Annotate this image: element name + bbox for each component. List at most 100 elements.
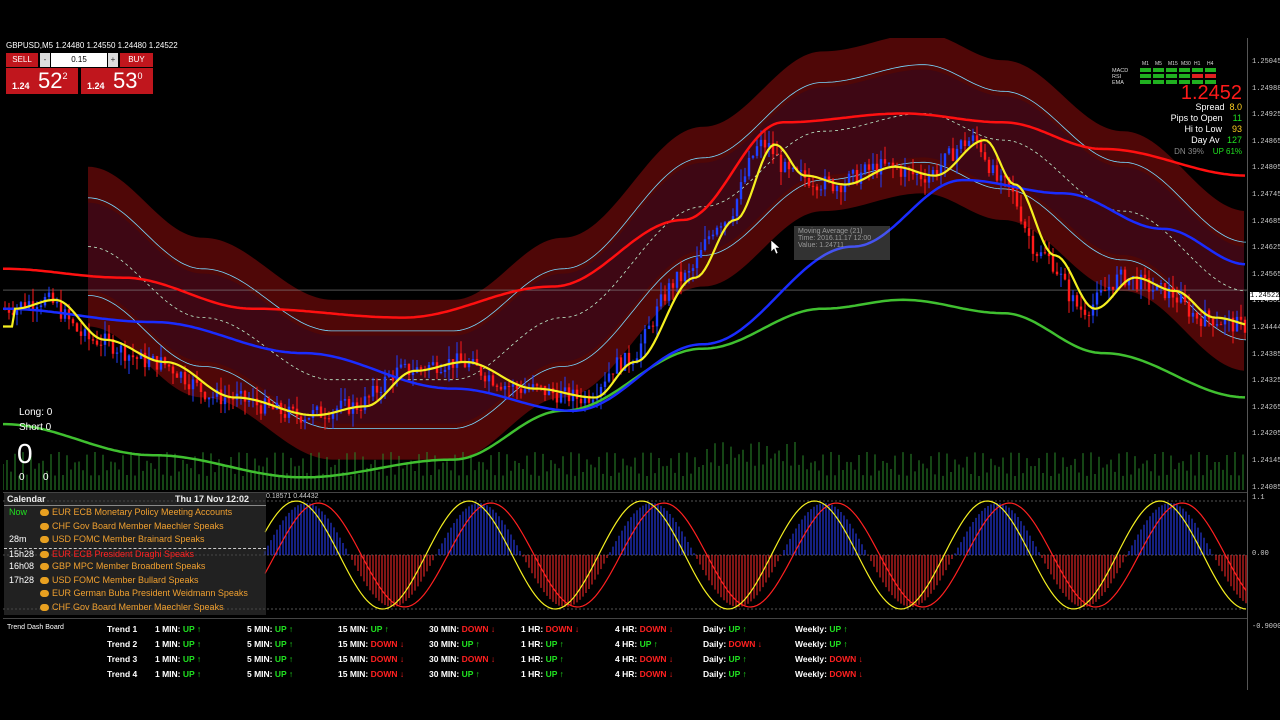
calendar-event[interactable]: 16h08 GBP MPC Member Broadbent Speaks xyxy=(4,561,266,574)
oscillator-axis-label: -0.9000000 xyxy=(1252,623,1280,631)
trend-dashboard: Trend Dash Board Trend 11 MIN: UP ↑ 5 MIN… xyxy=(3,618,1247,687)
trend-cell: 4 HR: DOWN ↓ xyxy=(615,654,673,664)
price-axis-label: 1.24625 xyxy=(1252,244,1280,253)
buy-price-box[interactable]: 1.24 530 xyxy=(81,68,153,94)
arrow-up-icon: ↑ xyxy=(194,654,202,664)
arrow-up-icon: ↑ xyxy=(286,669,294,679)
calendar-event-title: USD FOMC Member Brainard Speaks xyxy=(52,534,205,544)
sell-price-fraction: 2 xyxy=(62,71,68,81)
trend-timeframe: 30 MIN: xyxy=(429,624,462,634)
lot-decrease-button[interactable]: - xyxy=(40,53,50,67)
trend-row: Trend 21 MIN: UP ↑ 5 MIN: UP ↑ 15 MIN: DOW… xyxy=(3,639,1247,653)
arrow-down-icon: ↓ xyxy=(572,624,580,634)
candle xyxy=(639,334,643,368)
trend-cell: 1 MIN: UP ↑ xyxy=(155,639,201,649)
calendar-event[interactable]: EUR German Buba President Weidmann Speak… xyxy=(4,588,266,601)
trend-direction: UP xyxy=(545,669,558,679)
arrow-up-icon: ↑ xyxy=(740,654,747,664)
trend-timeframe: Weekly: xyxy=(795,654,830,664)
short-count: Short 0 xyxy=(19,422,52,433)
oscillator-axis-label: 0.00 xyxy=(1252,550,1269,558)
arrow-down-icon: ↓ xyxy=(755,639,763,649)
dayav-label: Day Av xyxy=(1191,135,1220,145)
calendar-event-time: Now xyxy=(9,507,28,517)
candle xyxy=(135,355,139,370)
signal-cell xyxy=(1166,74,1177,78)
arrow-down-icon: ↓ xyxy=(397,639,405,649)
position-sub-2: 0 xyxy=(43,472,49,483)
candle xyxy=(75,322,79,333)
candle xyxy=(1075,292,1079,310)
trend-timeframe: Daily: xyxy=(703,624,729,634)
trend-direction: UP xyxy=(182,624,195,634)
trend-timeframe: 1 HR: xyxy=(521,669,546,679)
calendar-event[interactable]: 17h28 USD FOMC Member Bullard Speaks xyxy=(4,575,266,588)
spread-label: Spread xyxy=(1195,102,1225,112)
economic-calendar: Calendar Thu 17 Nov 12:02 Now EUR ECB Mon… xyxy=(4,493,266,615)
candle xyxy=(1087,311,1091,328)
arrow-down-icon: ↓ xyxy=(397,654,405,664)
candle xyxy=(651,321,655,334)
arrow-up-icon: ↑ xyxy=(651,639,658,649)
sell-price-box[interactable]: 1.24 522 xyxy=(6,68,78,94)
trend-row-name: Trend 4 xyxy=(107,669,138,679)
price-axis-label: 1.24265 xyxy=(1252,403,1280,412)
candle xyxy=(347,396,351,416)
buy-button[interactable]: BUY xyxy=(120,53,153,67)
chart-title: GBPUSD,M5 1.24480 1.24550 1.24480 1.2452… xyxy=(6,41,178,50)
trend-cell: 4 HR: DOWN ↓ xyxy=(615,624,673,634)
speech-bubble-icon xyxy=(40,536,49,543)
trend-timeframe: 5 MIN: xyxy=(247,654,275,664)
signal-timeframe-label: H1 xyxy=(1194,61,1201,67)
calendar-event[interactable]: Now EUR ECB Monetary Policy Meeting Accou… xyxy=(4,507,266,520)
calendar-event[interactable]: 28m USD FOMC Member Brainard Speaks xyxy=(4,534,266,547)
trend-timeframe: 1 HR: xyxy=(521,639,546,649)
calendar-event[interactable]: CHF Gov Board Member Maechler Speaks xyxy=(4,602,266,615)
lot-increase-button[interactable]: + xyxy=(108,53,118,67)
signal-cell xyxy=(1166,80,1177,84)
trend-direction: DOWN xyxy=(370,639,398,649)
calendar-event[interactable]: CHF Gov Board Member Maechler Speaks xyxy=(4,521,266,534)
lot-size-input[interactable]: 0.15 xyxy=(51,53,107,67)
trend-timeframe: Weekly: xyxy=(795,639,830,649)
long-count: Long: 0 xyxy=(19,407,53,418)
arrow-up-icon: ↑ xyxy=(286,654,294,664)
calendar-event-title: USD FOMC Member Bullard Speaks xyxy=(52,574,199,585)
arrow-down-icon: ↓ xyxy=(488,654,496,664)
candle xyxy=(1067,267,1071,313)
price-chart[interactable] xyxy=(3,38,1247,490)
arrow-up-icon: ↑ xyxy=(740,669,747,679)
trend-timeframe: 1 MIN: xyxy=(155,639,183,649)
price-axis-label: 1.24205 xyxy=(1252,430,1280,439)
arrow-up-icon: ↑ xyxy=(382,624,389,634)
speech-bubble-icon xyxy=(40,590,49,597)
trend-direction: UP xyxy=(182,654,195,664)
trend-cell: 5 MIN: UP ↑ xyxy=(247,654,293,664)
arrow-down-icon: ↓ xyxy=(856,669,863,679)
pips-label: Pips to Open xyxy=(1170,113,1223,123)
arrow-down-icon: ↓ xyxy=(666,654,674,664)
trend-direction: UP xyxy=(829,624,841,634)
arrow-down-icon: ↓ xyxy=(397,669,405,679)
trend-direction: DOWN xyxy=(461,654,489,664)
direction-row: DN 39% UP 61% xyxy=(1174,147,1242,156)
trend-timeframe: 4 HR: xyxy=(615,654,640,664)
candle xyxy=(111,334,115,359)
trend-timeframe: 15 MIN: xyxy=(338,624,371,634)
calendar-event[interactable]: 15h28 EUR ECB President Draghi Speaks xyxy=(4,547,266,562)
trend-direction: DOWN xyxy=(829,669,857,679)
mouse-cursor-icon xyxy=(771,240,781,254)
candle xyxy=(627,345,631,373)
sell-button[interactable]: SELL xyxy=(6,53,38,67)
trend-cell: 5 MIN: UP ↑ xyxy=(247,639,293,649)
price-axis-label: 1.24565 xyxy=(1252,270,1280,279)
trend-direction: UP xyxy=(728,654,741,664)
trend-timeframe: Weekly: xyxy=(795,669,830,679)
price-axis-label: 1.24988 xyxy=(1252,84,1280,93)
trend-cell: 5 MIN: UP ↑ xyxy=(247,669,293,679)
trend-cell: Daily: UP ↑ xyxy=(703,654,747,664)
candle xyxy=(115,347,119,363)
signal-timeframe-label: M1 xyxy=(1142,61,1149,67)
trend-row-name: Trend 3 xyxy=(107,654,138,664)
arrow-up-icon: ↑ xyxy=(473,639,480,649)
